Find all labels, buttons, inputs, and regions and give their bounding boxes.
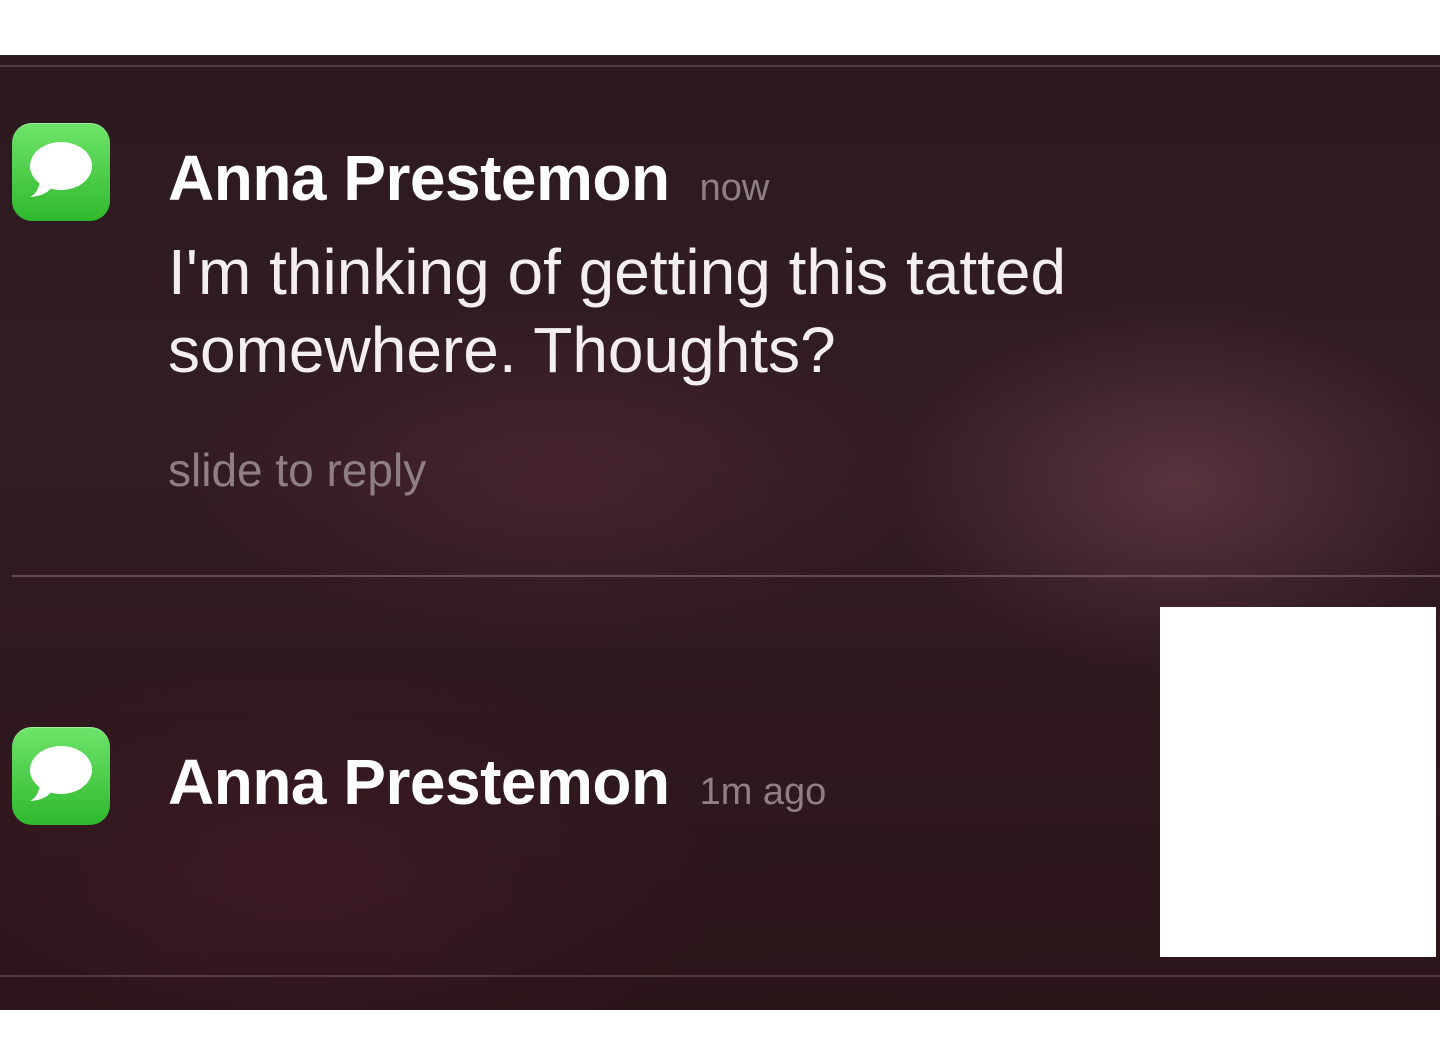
messages-icon <box>12 123 110 221</box>
sender-name: Anna Prestemon <box>168 746 670 818</box>
notification-divider <box>12 575 1440 577</box>
sender-name: Anna Prestemon <box>168 142 670 214</box>
notification-header: Anna Prestemon now <box>168 141 769 215</box>
panel-top-border <box>0 65 1440 67</box>
message-preview: I'm thinking of getting this tatted some… <box>168 236 1067 386</box>
speech-bubble-icon <box>30 746 92 801</box>
timestamp: 1m ago <box>699 771 827 813</box>
speech-bubble-icon <box>30 142 92 197</box>
lock-screen-notification-panel: Anna Prestemon now I'm thinking of gettin… <box>0 55 1440 1010</box>
slide-to-reply[interactable]: slide to reply <box>168 443 426 497</box>
screenshot-canvas: Anna Prestemon now I'm thinking of gettin… <box>0 0 1440 1043</box>
panel-bottom-border <box>0 975 1440 977</box>
messages-icon <box>12 727 110 825</box>
notification-header: Anna Prestemon 1m ago <box>168 745 826 819</box>
timestamp: now <box>699 167 770 209</box>
redaction-box <box>1160 607 1436 957</box>
